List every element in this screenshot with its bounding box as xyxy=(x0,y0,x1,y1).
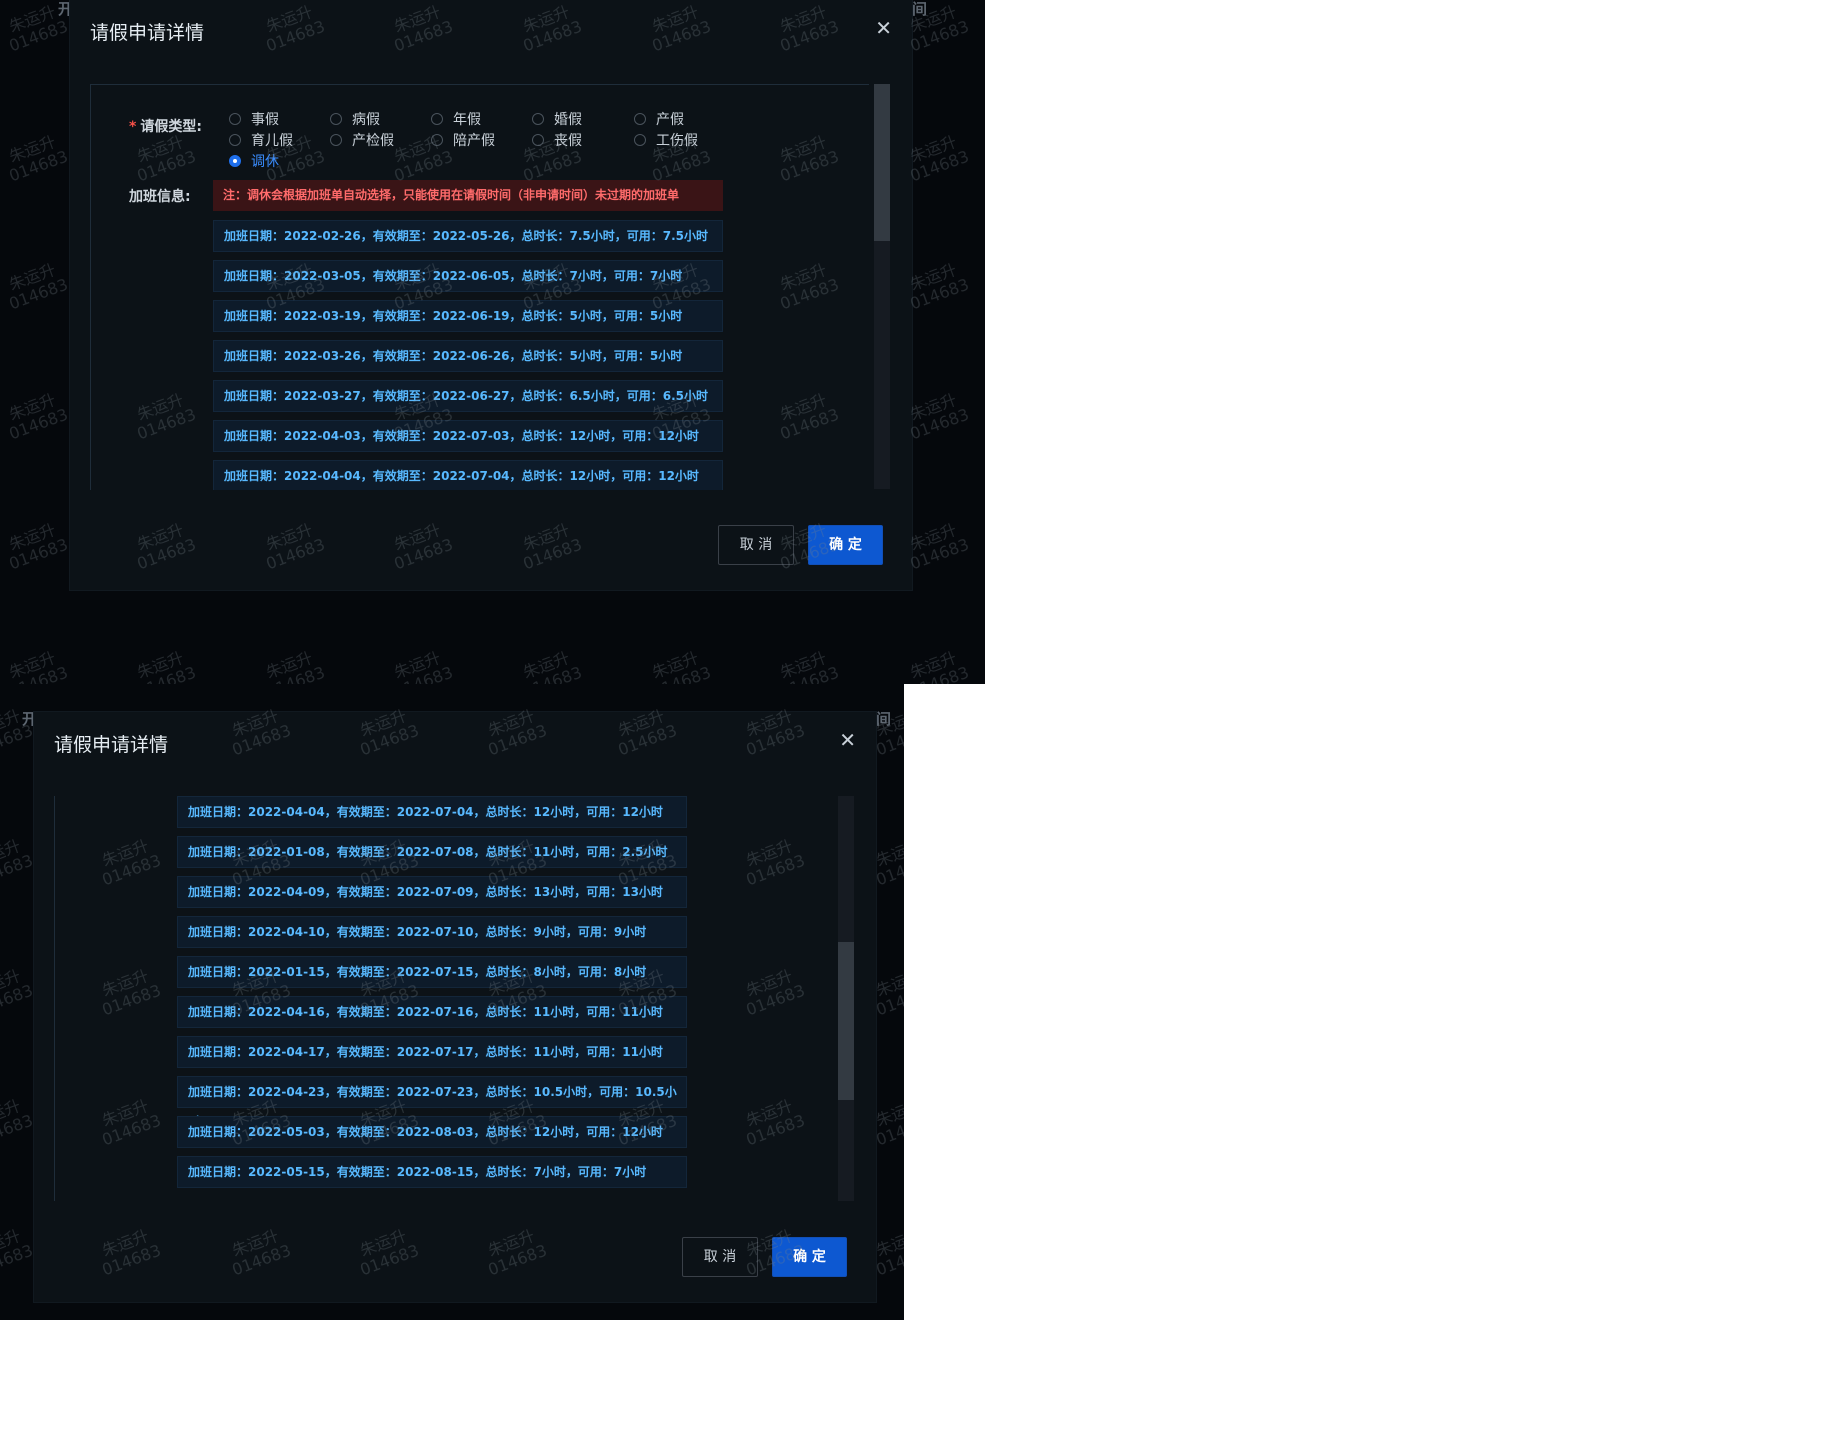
watermark: 朱运升 014683 xyxy=(649,647,714,684)
watermark: 朱运升 014683 xyxy=(0,1095,36,1150)
overtime-item: 加班日期：2022-04-04，有效期至：2022-07-04，总时长：12小时… xyxy=(213,460,723,490)
overtime-item: 加班日期：2022-04-10，有效期至：2022-07-10，总时长：9小时，… xyxy=(177,916,687,948)
overtime-item: 加班日期：2022-03-27，有效期至：2022-06-27，总时长：6.5小… xyxy=(213,380,723,412)
overtime-item: 加班日期：2022-01-08，有效期至：2022-07-08，总时长：11小时… xyxy=(177,836,687,868)
radio-leave-type[interactable]: 婚假 xyxy=(532,109,582,129)
radio-circle[interactable] xyxy=(229,134,241,146)
overtime-item: 加班日期：2022-04-04，有效期至：2022-07-04，总时长：12小时… xyxy=(177,796,687,828)
scrollbar-thumb[interactable] xyxy=(874,84,890,241)
watermark: 朱运升 014683 xyxy=(6,519,71,574)
radio-label: 年假 xyxy=(453,112,481,128)
radio-label: 事假 xyxy=(251,112,279,128)
overtime-item: 加班日期：2022-01-15，有效期至：2022-07-15，总时长：8小时，… xyxy=(177,956,687,988)
overtime-item: 加班日期：2022-04-17，有效期至：2022-07-17，总时长：11小时… xyxy=(177,1036,687,1068)
cancel-button[interactable]: 取 消 xyxy=(718,525,794,565)
ok-button[interactable]: 确 定 xyxy=(772,1237,847,1277)
watermark: 朱运升 014683 xyxy=(0,965,36,1020)
scrollbar-track[interactable] xyxy=(838,796,854,1201)
screenshot-top: 开 间 请假申请详情 ✕ * 请假类型: 事假 病假 年假 婚假 产假 育儿假 … xyxy=(0,0,985,684)
form-scroll-area[interactable]: * 请假类型: 事假 病假 年假 婚假 产假 育儿假 产检假 陪产假 丧假 工伤… xyxy=(90,84,869,490)
radio-circle[interactable] xyxy=(634,113,646,125)
watermark: 朱运升 014683 xyxy=(907,647,972,684)
overtime-note: 注：调休会根据加班单自动选择，只能使用在请假时间（非申请时间）未过期的加班单 xyxy=(213,180,723,211)
radio-label: 婚假 xyxy=(554,112,582,128)
watermark: 朱运升 014683 xyxy=(134,647,199,684)
radio-circle[interactable] xyxy=(330,134,342,146)
radio-label: 病假 xyxy=(352,112,380,128)
background-text: 间 xyxy=(912,0,928,18)
close-icon[interactable]: ✕ xyxy=(839,728,856,752)
ok-button[interactable]: 确 定 xyxy=(808,525,883,565)
radio-label: 产假 xyxy=(656,112,684,128)
radio-leave-type[interactable]: 丧假 xyxy=(532,130,582,150)
radio-leave-type[interactable]: 陪产假 xyxy=(431,130,495,150)
radio-leave-type[interactable]: 育儿假 xyxy=(229,130,293,150)
radio-circle[interactable] xyxy=(431,113,443,125)
radio-circle[interactable] xyxy=(330,113,342,125)
radio-leave-type[interactable]: 事假 xyxy=(229,109,279,129)
overtime-item: 加班日期：2022-04-09，有效期至：2022-07-09，总时长：13小时… xyxy=(177,876,687,908)
watermark: 朱运升 014683 xyxy=(263,647,328,684)
overtime-label: 加班信息: xyxy=(129,189,191,205)
radio-circle[interactable] xyxy=(229,113,241,125)
radio-circle[interactable] xyxy=(431,134,443,146)
radio-leave-type[interactable]: 病假 xyxy=(330,109,380,129)
radio-label: 产检假 xyxy=(352,133,394,149)
watermark: 朱运升 014683 xyxy=(6,131,71,186)
radio-label: 陪产假 xyxy=(453,133,495,149)
watermark: 朱运升 014683 xyxy=(520,647,585,684)
radio-label: 调休 xyxy=(251,154,279,170)
overtime-item: 加班日期：2022-04-16，有效期至：2022-07-16，总时长：11小时… xyxy=(177,996,687,1028)
radio-circle[interactable] xyxy=(532,134,544,146)
scrollbar-track[interactable] xyxy=(874,84,890,489)
required-mark: * xyxy=(129,119,137,135)
watermark: 朱运升 014683 xyxy=(777,647,842,684)
leave-type-label: * 请假类型: xyxy=(129,119,202,135)
background-text: 间 xyxy=(876,710,892,728)
radio-label: 丧假 xyxy=(554,133,582,149)
watermark: 朱运升 014683 xyxy=(907,519,972,574)
watermark: 朱运升 014683 xyxy=(6,647,71,684)
overtime-item: 加班日期：2022-03-05，有效期至：2022-06-05，总时长：7小时，… xyxy=(213,260,723,292)
leave-detail-modal: 请假申请详情 ✕ * 请假类型: 事假 病假 年假 婚假 产假 育儿假 产检假 … xyxy=(70,0,912,590)
radio-circle[interactable] xyxy=(634,134,646,146)
overtime-item: 加班日期：2022-05-15，有效期至：2022-08-15，总时长：7小时，… xyxy=(177,1156,687,1188)
watermark: 朱运升 014683 xyxy=(0,835,36,890)
scrollbar-thumb[interactable] xyxy=(838,942,854,1100)
form-scroll-area[interactable]: 加班日期：2022-04-04，有效期至：2022-07-04，总时长：12小时… xyxy=(54,796,833,1201)
radio-leave-type[interactable]: 年假 xyxy=(431,109,481,129)
watermark: 朱运升 014683 xyxy=(907,389,972,444)
cancel-button[interactable]: 取 消 xyxy=(682,1237,758,1277)
radio-leave-type[interactable]: 工伤假 xyxy=(634,130,698,150)
modal-title: 请假申请详情 xyxy=(54,734,169,756)
radio-leave-type-selected[interactable]: 调休 xyxy=(229,151,279,171)
radio-leave-type[interactable]: 产检假 xyxy=(330,130,394,150)
overtime-item: 加班日期：2022-02-26，有效期至：2022-05-26，总时长：7.5小… xyxy=(213,220,723,252)
modal-title: 请假申请详情 xyxy=(90,22,205,44)
overtime-item: 加班日期：2022-03-19，有效期至：2022-06-19，总时长：5小时，… xyxy=(213,300,723,332)
radio-circle-selected[interactable] xyxy=(229,155,241,167)
overtime-item: 加班日期：2022-04-23，有效期至：2022-07-23，总时长：10.5… xyxy=(177,1076,687,1129)
radio-label: 育儿假 xyxy=(251,133,293,149)
watermark: 朱运升 014683 xyxy=(6,389,71,444)
watermark: 朱运升 014683 xyxy=(6,259,71,314)
watermark: 朱运升 014683 xyxy=(391,647,456,684)
watermark: 朱运升 014683 xyxy=(907,131,972,186)
radio-circle[interactable] xyxy=(532,113,544,125)
overtime-item: 加班日期：2022-05-03，有效期至：2022-08-03，总时长：12小时… xyxy=(177,1116,687,1148)
overtime-item: 加班日期：2022-03-26，有效期至：2022-06-26，总时长：5小时，… xyxy=(213,340,723,372)
close-icon[interactable]: ✕ xyxy=(875,16,892,40)
overtime-item: 加班日期：2022-04-03，有效期至：2022-07-03，总时长：12小时… xyxy=(213,420,723,452)
watermark: 朱运升 014683 xyxy=(0,1225,36,1280)
screenshot-bottom: 开 间 请假申请详情 ✕ 加班日期：2022-04-04，有效期至：2022-0… xyxy=(0,684,904,1320)
radio-label: 工伤假 xyxy=(656,133,698,149)
leave-detail-modal: 请假申请详情 ✕ 加班日期：2022-04-04，有效期至：2022-07-04… xyxy=(34,712,876,1302)
radio-leave-type[interactable]: 产假 xyxy=(634,109,684,129)
watermark: 朱运升 014683 xyxy=(907,259,972,314)
